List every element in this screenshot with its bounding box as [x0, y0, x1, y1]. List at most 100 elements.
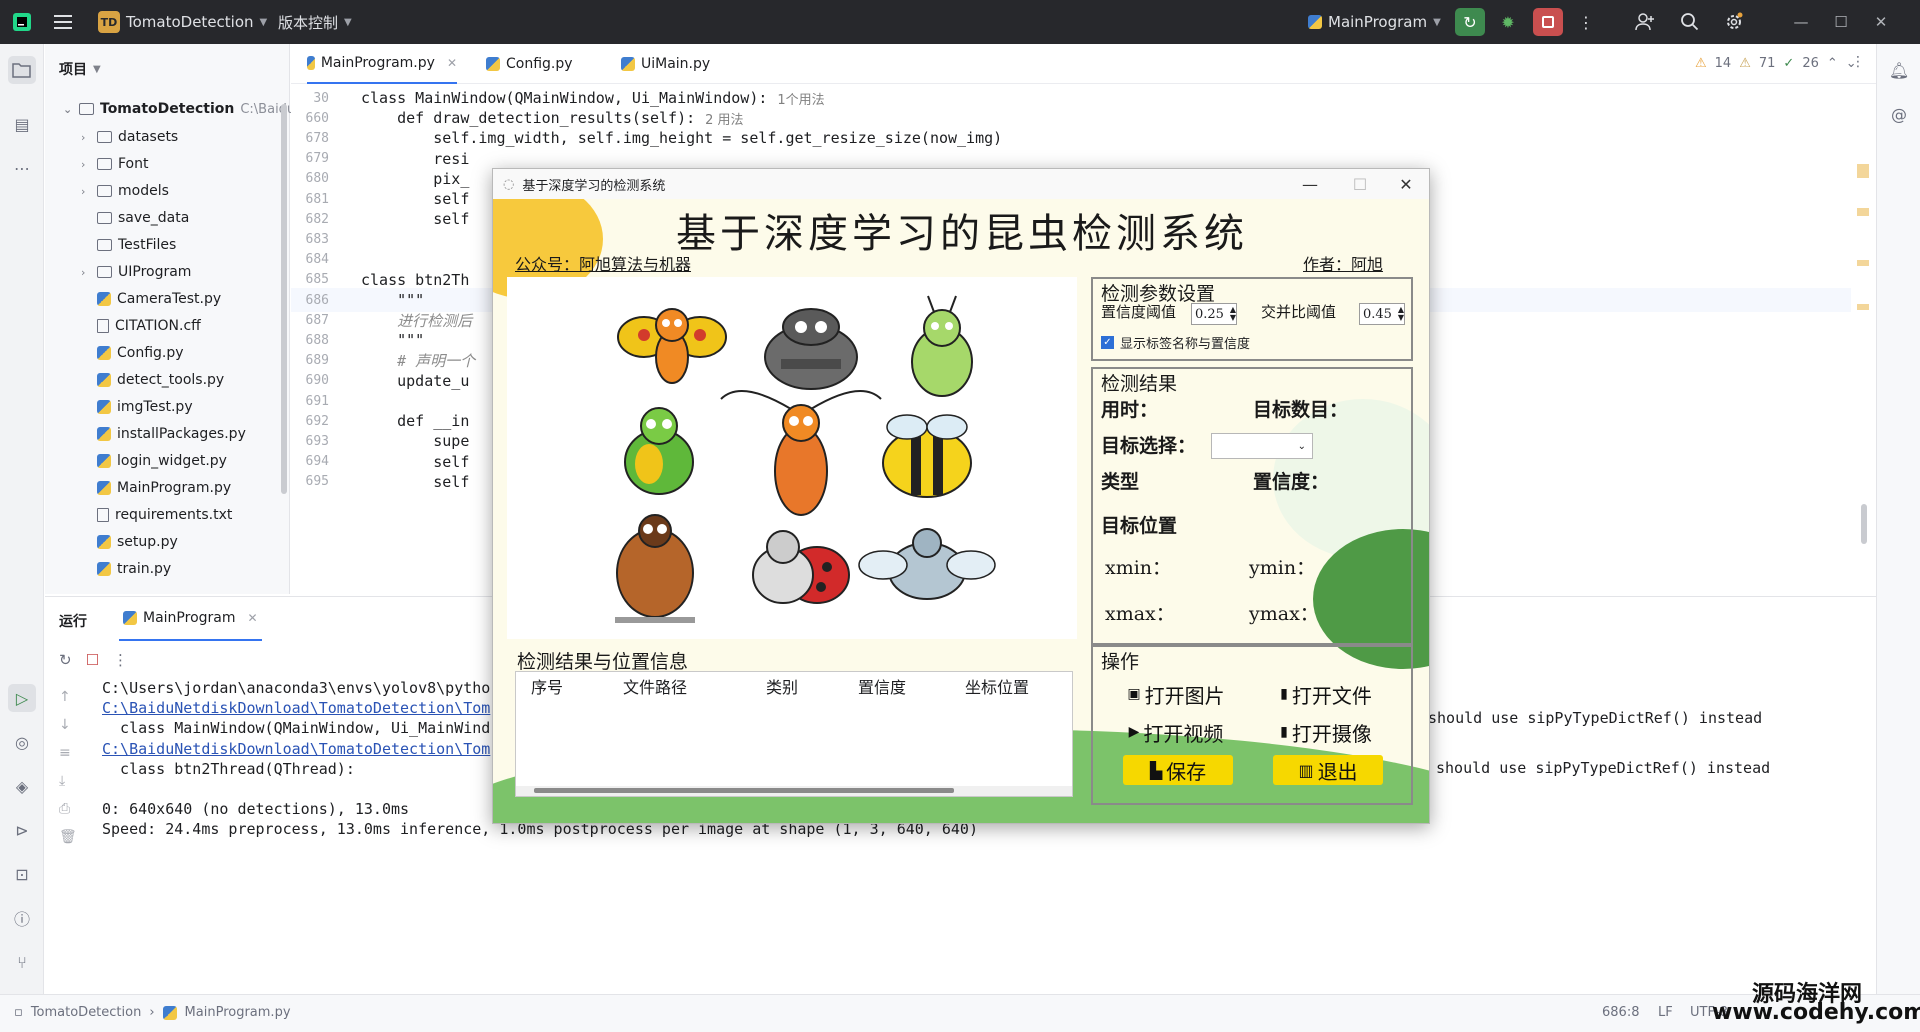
tree-item[interactable]: CITATION.cff [81, 313, 201, 339]
add-user-button[interactable] [1630, 8, 1660, 36]
tree-item[interactable]: login_widget.py [81, 448, 227, 474]
table-header-cell[interactable]: 类别 [732, 674, 832, 698]
console-link[interactable]: C:\BaiduNetdiskDownload\TomatoDetection\… [102, 740, 490, 758]
tab-mainprogram[interactable]: MainProgram.py ✕ [307, 44, 457, 84]
caret-position[interactable]: 686:8 [1602, 1005, 1639, 1020]
tree-item[interactable]: MainProgram.py [81, 475, 231, 501]
tree-item[interactable]: train.py [81, 556, 171, 582]
breadcrumb-project[interactable]: TomatoDetection [31, 1005, 142, 1020]
run-tab-mainprogram[interactable]: MainProgram ✕ [119, 597, 262, 641]
usage-hint[interactable]: 1个用法 [777, 89, 824, 108]
tree-item[interactable]: setup.py [81, 529, 178, 555]
scroll-end-icon[interactable]: ⤓ [59, 773, 77, 789]
tab-uimain[interactable]: UiMain.py [621, 44, 710, 84]
ai-assistant-button[interactable]: @ [1885, 100, 1913, 128]
python-file-icon [97, 481, 111, 495]
notifications-button[interactable]: 🔔︎ [1885, 56, 1913, 84]
git-tool-button[interactable]: ⑂ [8, 948, 36, 976]
services-tool-button[interactable]: ⊳ [8, 816, 36, 844]
more-vertical-icon[interactable]: ⋮ [113, 651, 128, 669]
bug-icon: ✹ [1501, 12, 1515, 32]
app-minimize-button[interactable]: — [1287, 169, 1333, 199]
close-icon[interactable]: ✕ [248, 611, 258, 625]
structure-tool-button[interactable]: ▤ [8, 110, 36, 138]
iou-threshold-spinbox[interactable]: 0.45 ▲ ▼ [1359, 303, 1405, 325]
count-label: 目标数目： [1253, 399, 1349, 421]
usage-hint[interactable]: 2 用法 [705, 109, 743, 128]
error-stripe[interactable] [1857, 124, 1869, 564]
open-video-button[interactable]: ▶ 打开视频 [1121, 717, 1231, 747]
app-logo-icon[interactable] [12, 0, 32, 44]
stop-icon[interactable]: ☐ [86, 651, 99, 669]
tree-item[interactable]: installPackages.py [81, 421, 246, 447]
close-icon[interactable]: ✕ [447, 56, 457, 70]
main-menu-icon[interactable] [54, 0, 74, 44]
console-link[interactable]: C:\BaiduNetdiskDownload\TomatoDetection\… [102, 699, 490, 717]
tree-item[interactable]: imgTest.py [81, 394, 193, 420]
stop-button[interactable] [1533, 8, 1563, 36]
search-button[interactable] [1675, 8, 1705, 36]
tree-root[interactable]: ⌄ TomatoDetection C:\BaiduN [63, 96, 305, 122]
project-scrollbar[interactable] [281, 104, 287, 494]
print-icon[interactable]: ⎙ [59, 801, 77, 817]
trash-icon[interactable]: 🗑︎ [59, 829, 77, 845]
more-actions-button[interactable]: ⋮ [1571, 8, 1601, 36]
save-button[interactable]: ▙ 保存 [1123, 755, 1233, 785]
rerun-icon[interactable]: ↻ [59, 651, 72, 669]
app-close-button[interactable]: ✕ [1383, 169, 1429, 199]
vcs-menu[interactable]: 版本控制 ▼ [278, 0, 352, 44]
tree-item[interactable]: › Font [81, 151, 148, 177]
tree-item[interactable]: › models [81, 178, 169, 204]
breadcrumb-file[interactable]: MainProgram.py [185, 1005, 291, 1020]
tree-item[interactable]: CameraTest.py [81, 286, 221, 312]
soft-wrap-icon[interactable]: ≡ [59, 745, 77, 761]
table-header-cell[interactable]: 序号 [516, 674, 578, 698]
editor-more-button[interactable]: ⋮ [1851, 54, 1865, 70]
tree-item[interactable]: › datasets [81, 124, 178, 150]
project-tool-button[interactable] [8, 56, 36, 84]
close-button[interactable]: ✕ [1858, 0, 1904, 44]
python-file-icon [97, 346, 111, 360]
inspection-widget[interactable]: ⚠ 14 ⚠ 71 ✓ 26 ⌃ ⌄ [1695, 56, 1857, 71]
table-header-cell[interactable]: 文件路径 [578, 674, 732, 698]
terminal-tool-button[interactable]: ⊡ [8, 860, 36, 888]
results-table[interactable]: 序号 文件路径 类别 置信度 坐标位置 [515, 671, 1073, 797]
line-separator[interactable]: LF [1658, 1005, 1673, 1020]
maximize-icon: ☐ [1352, 174, 1368, 194]
settings-button[interactable] [1719, 8, 1749, 36]
more-tools-button[interactable]: ⋯ [8, 154, 36, 182]
search-icon [1681, 13, 1699, 31]
app-maximize-button[interactable]: ☐ [1337, 169, 1383, 199]
python-packages-button[interactable]: ◎ [8, 728, 36, 756]
tree-item[interactable]: TestFiles [81, 232, 176, 258]
project-switcher[interactable]: TD TomatoDetection ▼ [98, 0, 267, 44]
tree-item[interactable]: save_data [81, 205, 189, 231]
table-header-cell[interactable]: 置信度 [832, 674, 932, 698]
problems-tool-button[interactable]: ⓘ [8, 904, 36, 932]
show-labels-checkbox[interactable]: ✓ [1101, 336, 1114, 349]
tree-item[interactable]: detect_tools.py [81, 367, 224, 393]
tree-item[interactable]: requirements.txt [81, 502, 232, 528]
tab-config[interactable]: Config.py [486, 44, 573, 84]
table-hscrollbar[interactable] [516, 786, 1072, 796]
exit-button[interactable]: ▥ 退出 [1273, 755, 1383, 785]
open-camera-button[interactable]: ▮ 打开摄像 [1271, 717, 1381, 747]
rerun-button[interactable]: ↻ [1455, 8, 1485, 36]
spin-arrows-icon: ▲ ▼ [1229, 305, 1236, 322]
tree-item[interactable]: › UIProgram [81, 259, 191, 285]
show-labels-checkbox-row[interactable]: ✓ 显示标签名称与置信度 [1101, 333, 1250, 352]
target-select-combobox[interactable]: ⌄ [1211, 433, 1313, 459]
tree-item[interactable]: Config.py [81, 340, 184, 366]
arrow-up-icon[interactable]: ↑ [59, 689, 77, 705]
arrow-down-icon[interactable]: ↓ [59, 717, 77, 733]
open-folder-button[interactable]: ▮ 打开文件 [1271, 679, 1381, 709]
project-panel-header[interactable]: 项目 ▼ [59, 56, 101, 82]
run-config-selector[interactable]: MainProgram ▼ [1308, 0, 1441, 44]
layers-tool-button[interactable]: ◈ [8, 772, 36, 800]
table-header-cell[interactable]: 坐标位置 [932, 674, 1062, 698]
open-image-button[interactable]: ▣ 打开图片 [1121, 679, 1231, 709]
run-tool-button[interactable]: ▷ [8, 684, 36, 712]
debug-button[interactable]: ✹ [1493, 8, 1523, 36]
conf-threshold-spinbox[interactable]: 0.25 ▲ ▼ [1191, 303, 1237, 325]
chevron-up-icon[interactable]: ⌃ [1827, 56, 1838, 71]
